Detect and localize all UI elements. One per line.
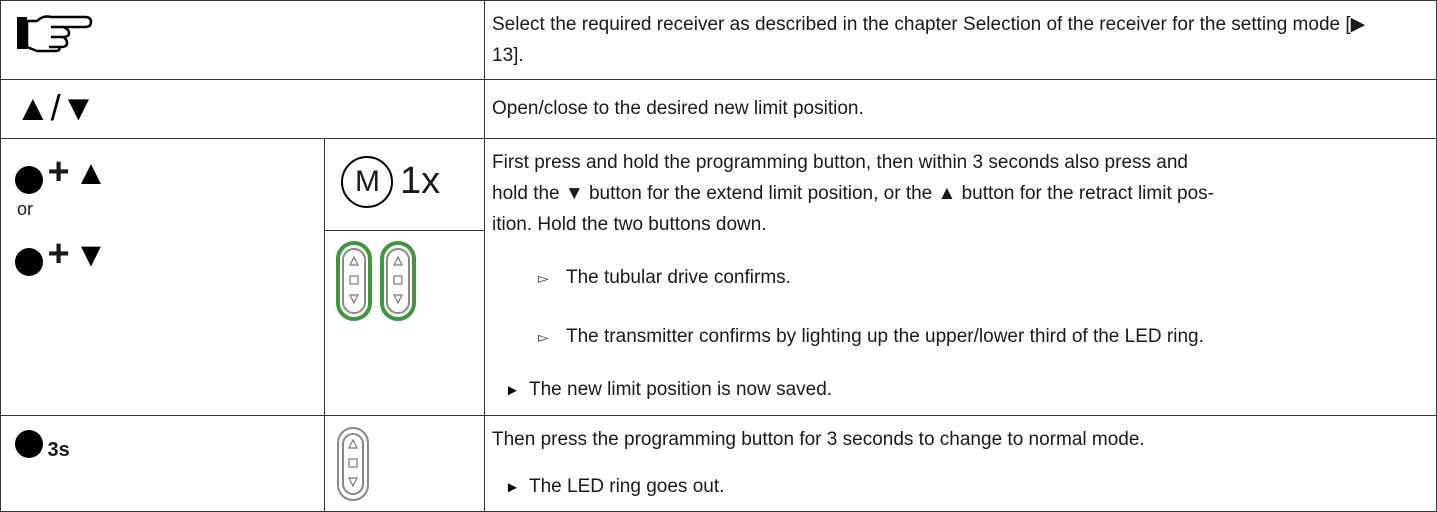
press-count: 1x — [400, 160, 441, 202]
instruction-table: Select the required receiver as describe… — [0, 0, 1437, 512]
outcome-text: The new limit position is now saved. — [529, 379, 833, 400]
remote-icon — [337, 427, 369, 501]
row-1-description-cell: Select the required receiver as describe… — [484, 0, 1437, 80]
programming-button-dot — [15, 247, 43, 276]
outcome-marker-icon: ► — [505, 479, 520, 496]
programming-button-dot — [15, 165, 43, 194]
row-4-remote-cell — [324, 415, 485, 512]
row-1-symbol-cell — [0, 0, 485, 80]
row-2-symbol-cell: ▲/▼ — [0, 79, 485, 139]
row-4-description-cell: Then press the programming button for 3 … — [484, 415, 1437, 512]
hold-and-up-combo: + ▲ — [15, 153, 108, 194]
row-4-outcome-text: The LED ring goes out. — [529, 476, 725, 497]
pointing-hand-icon — [17, 15, 93, 53]
programming-button-dot — [15, 430, 43, 458]
row-3-description-line-1: First press and hold the programming but… — [492, 152, 1188, 173]
row-3-remote-cell — [324, 230, 485, 416]
plus-sign: + — [47, 151, 70, 193]
result-item-1: ▻ The tubular drive confirms. — [538, 265, 791, 291]
up-arrow-symbol: ▲ — [74, 154, 108, 192]
row-3-description-line-3: ition. Hold the two buttons down. — [492, 214, 767, 235]
result-item-2: ▻ The transmitter confirms by lighting up… — [538, 324, 1204, 350]
hold-duration: 3s — [47, 439, 70, 462]
result-text-1: The tubular drive confirms. — [566, 267, 791, 288]
row-3-description-cell: First press and hold the programming but… — [484, 138, 1437, 416]
row-1-description: Select the required receiver as describe… — [492, 14, 1366, 66]
outcome-marker-icon: ► — [505, 382, 520, 399]
down-arrow-symbol: ▼ — [74, 236, 108, 274]
result-marker-icon: ▻ — [538, 329, 549, 345]
row-4-description: Then press the programming button for 3 … — [492, 429, 1145, 450]
row-3-description-line-2: hold the ▼ button for the extend limit p… — [492, 183, 1214, 204]
or-label: or — [17, 199, 34, 219]
remote-pair-icon — [336, 241, 416, 321]
hold-3s-combo: 3s — [15, 430, 70, 462]
m-button-label: M — [355, 165, 380, 198]
open-close-symbols: ▲/▼ — [15, 87, 97, 128]
row-4-symbol-cell: 3s — [0, 415, 325, 512]
row-2-description: Open/close to the desired new limit posi… — [492, 98, 864, 119]
result-marker-icon: ▻ — [538, 270, 549, 286]
row-3-symbol-cell: + ▲ or + ▼ — [0, 138, 325, 416]
outcome-item: ► The new limit position is now saved. — [505, 377, 832, 404]
hold-and-down-combo: + ▼ — [15, 235, 108, 276]
result-text-2: The transmitter confirms by lighting up … — [566, 326, 1204, 347]
plus-sign: + — [47, 233, 70, 275]
row-4-outcome-item: ► The LED ring goes out. — [505, 474, 724, 501]
row-3-m-button-cell: M 1x — [324, 138, 485, 231]
row-2-description-cell: Open/close to the desired new limit posi… — [484, 79, 1437, 139]
